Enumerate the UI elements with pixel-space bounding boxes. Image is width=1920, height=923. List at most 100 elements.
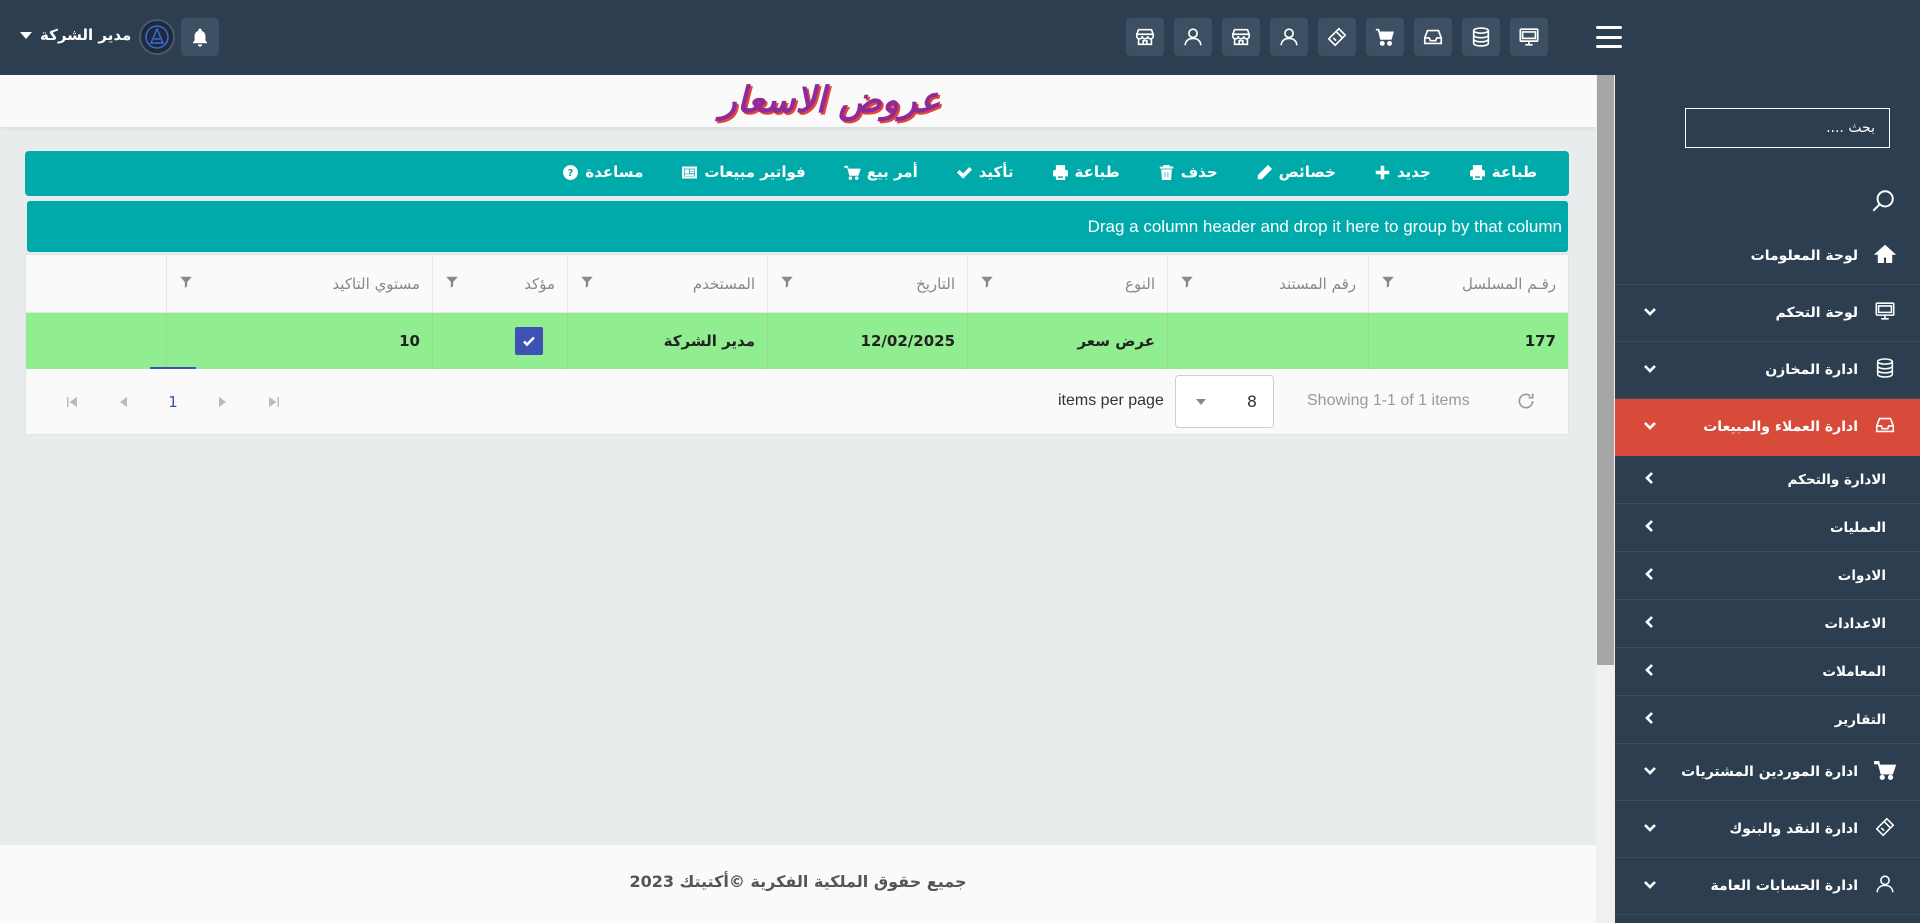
cell-serial: 177 bbox=[1368, 313, 1568, 369]
grid-header: رقـم المسلسل رقم المستند النوع التاريخ ا… bbox=[26, 255, 1568, 313]
chevron-down-icon bbox=[1643, 361, 1657, 379]
print-button[interactable]: طباعة bbox=[1469, 163, 1537, 181]
pager-info: Showing 1-1 of 1 items bbox=[1307, 392, 1470, 409]
cell-date: 12/02/2025 bbox=[767, 313, 967, 369]
filter-icon[interactable] bbox=[580, 275, 594, 293]
group-by-drop-zone[interactable]: Drag a column header and drop it here to… bbox=[27, 201, 1568, 252]
column-header-date[interactable]: التاريخ bbox=[767, 255, 967, 312]
sidebar-subitem-operations[interactable]: العمليات bbox=[1615, 504, 1920, 552]
items-per-page-select[interactable]: 8 bbox=[1175, 375, 1274, 428]
hamburger-menu-icon[interactable] bbox=[1596, 26, 1622, 48]
check-icon bbox=[956, 166, 972, 179]
cart-icon bbox=[1874, 759, 1897, 785]
user-menu[interactable]: مدير الشركة bbox=[20, 26, 131, 44]
cell-confirm-level: 10 bbox=[166, 313, 432, 369]
sidebar-subitem-management[interactable]: الادارة والتحكم bbox=[1615, 456, 1920, 504]
sidebar-item-warehouses[interactable]: ادارة المخازن bbox=[1615, 342, 1920, 399]
refresh-icon[interactable] bbox=[1516, 391, 1536, 411]
column-header-doc-no[interactable]: رقم المستند bbox=[1167, 255, 1368, 312]
next-page-icon[interactable] bbox=[196, 396, 248, 408]
chevron-left-icon bbox=[1643, 663, 1657, 681]
chevron-left-icon bbox=[1643, 615, 1657, 633]
filter-icon[interactable] bbox=[445, 275, 459, 293]
first-page-icon[interactable] bbox=[46, 396, 98, 408]
table-row[interactable]: 177 عرض سعر 12/02/2025 مدير الشركة 10 bbox=[26, 313, 1568, 369]
grid-pager: 1 items per page 8 Showing 1-1 of 1 item… bbox=[26, 367, 1568, 434]
pencil-icon bbox=[1257, 164, 1272, 179]
cell-type: عرض سعر bbox=[967, 313, 1167, 369]
monitor-icon bbox=[1874, 300, 1896, 326]
scrollbar-thumb[interactable] bbox=[1597, 75, 1614, 665]
chevron-down-icon bbox=[1643, 820, 1657, 838]
store-icon[interactable] bbox=[1126, 18, 1164, 56]
page-number-current[interactable]: 1 bbox=[150, 367, 196, 411]
column-header-confirmed[interactable]: مؤكد bbox=[432, 255, 567, 312]
sidebar-item-control-panel[interactable]: لوحة التحكم bbox=[1615, 285, 1920, 342]
copyright-text: جميع حقوق الملكية الفكرية ©أكتيتك 2023 bbox=[629, 872, 967, 891]
company-logo-avatar[interactable] bbox=[139, 19, 175, 55]
edit-button[interactable]: خصائص bbox=[1256, 163, 1336, 181]
ticket-icon bbox=[1874, 816, 1896, 842]
confirm-button[interactable]: تأكيد bbox=[956, 163, 1014, 181]
sales-invoices-button[interactable]: فواتير مبيعات bbox=[681, 163, 806, 181]
store-icon[interactable] bbox=[1222, 18, 1260, 56]
dropdown-arrow-icon bbox=[1196, 392, 1206, 411]
user-icon[interactable] bbox=[1174, 18, 1212, 56]
database-icon[interactable] bbox=[1462, 18, 1500, 56]
sidebar-subitem-settings[interactable]: الاعدادات bbox=[1615, 600, 1920, 648]
column-header-user[interactable]: المستخدم bbox=[567, 255, 767, 312]
sidebar-item-general-accounts[interactable]: ادارة الحسابات العامة bbox=[1615, 858, 1920, 915]
sidebar-item-cash-banks[interactable]: ادارة النقد والبنوك bbox=[1615, 801, 1920, 858]
cart-icon bbox=[844, 165, 861, 180]
sale-order-button[interactable]: أمر بيع bbox=[844, 163, 918, 181]
help-button[interactable]: ? مساعدة bbox=[562, 163, 643, 181]
sidebar-subitem-transactions[interactable]: المعاملات bbox=[1615, 648, 1920, 696]
sidebar-item-dashboard-info[interactable]: لوحة المعلومات bbox=[1615, 228, 1920, 285]
sidebar-item-suppliers-purchases[interactable]: ادارة الموردين المشتريات bbox=[1615, 744, 1920, 801]
sidebar-subitem-reports[interactable]: التقارير bbox=[1615, 696, 1920, 744]
trash-icon bbox=[1159, 164, 1173, 180]
sidebar-item-customers-sales[interactable]: ادارة العملاء والمبيعات bbox=[1615, 399, 1920, 456]
pager-nav: 1 bbox=[46, 367, 300, 411]
filter-icon[interactable] bbox=[1180, 275, 1194, 293]
delete-button[interactable]: حذف bbox=[1158, 163, 1218, 181]
caret-down-icon bbox=[20, 31, 32, 39]
search-icon[interactable] bbox=[1870, 188, 1896, 214]
filter-icon[interactable] bbox=[980, 275, 994, 293]
svg-text:?: ? bbox=[568, 168, 574, 179]
column-header-serial[interactable]: رقـم المسلسل bbox=[1368, 255, 1568, 312]
notifications-bell-icon[interactable] bbox=[181, 18, 219, 56]
chevron-left-icon bbox=[1643, 711, 1657, 729]
page-title: عروض الاسعار bbox=[719, 79, 941, 121]
user-icon bbox=[1874, 873, 1896, 899]
column-header-type[interactable]: النوع bbox=[967, 255, 1167, 312]
filter-icon[interactable] bbox=[179, 275, 193, 293]
last-page-icon[interactable] bbox=[248, 396, 300, 408]
user-icon[interactable] bbox=[1270, 18, 1308, 56]
printer-icon bbox=[1469, 164, 1485, 180]
new-button[interactable]: جديد bbox=[1374, 163, 1431, 181]
column-header-confirm-level[interactable]: مستوي التاكيد bbox=[166, 255, 432, 312]
filter-icon[interactable] bbox=[1381, 275, 1395, 293]
newspaper-icon bbox=[682, 165, 698, 179]
sidebar-subitem-tools[interactable]: الادوات bbox=[1615, 552, 1920, 600]
quick-access-icons bbox=[1126, 18, 1548, 56]
items-per-page-label: items per page bbox=[1058, 392, 1164, 409]
plus-icon bbox=[1375, 165, 1390, 179]
monitor-icon[interactable] bbox=[1510, 18, 1548, 56]
printer-icon bbox=[1052, 164, 1068, 180]
cart-icon[interactable] bbox=[1366, 18, 1404, 56]
chevron-down-icon bbox=[1643, 877, 1657, 895]
sidebar-search-input[interactable] bbox=[1685, 108, 1890, 148]
action-toolbar: طباعة جديد خصائص حذف طباعة تأكيد أمر بيع bbox=[25, 151, 1569, 196]
chevron-down-icon bbox=[1643, 763, 1657, 781]
filter-icon[interactable] bbox=[780, 275, 794, 293]
ticket-icon[interactable] bbox=[1318, 18, 1356, 56]
inbox-icon bbox=[1874, 414, 1896, 440]
print-document-button[interactable]: طباعة bbox=[1052, 163, 1120, 181]
chevron-left-icon bbox=[1643, 471, 1657, 489]
confirmed-checkbox[interactable] bbox=[515, 327, 543, 355]
inbox-icon[interactable] bbox=[1414, 18, 1452, 56]
prev-page-icon[interactable] bbox=[98, 396, 150, 408]
chevron-left-icon bbox=[1643, 519, 1657, 537]
